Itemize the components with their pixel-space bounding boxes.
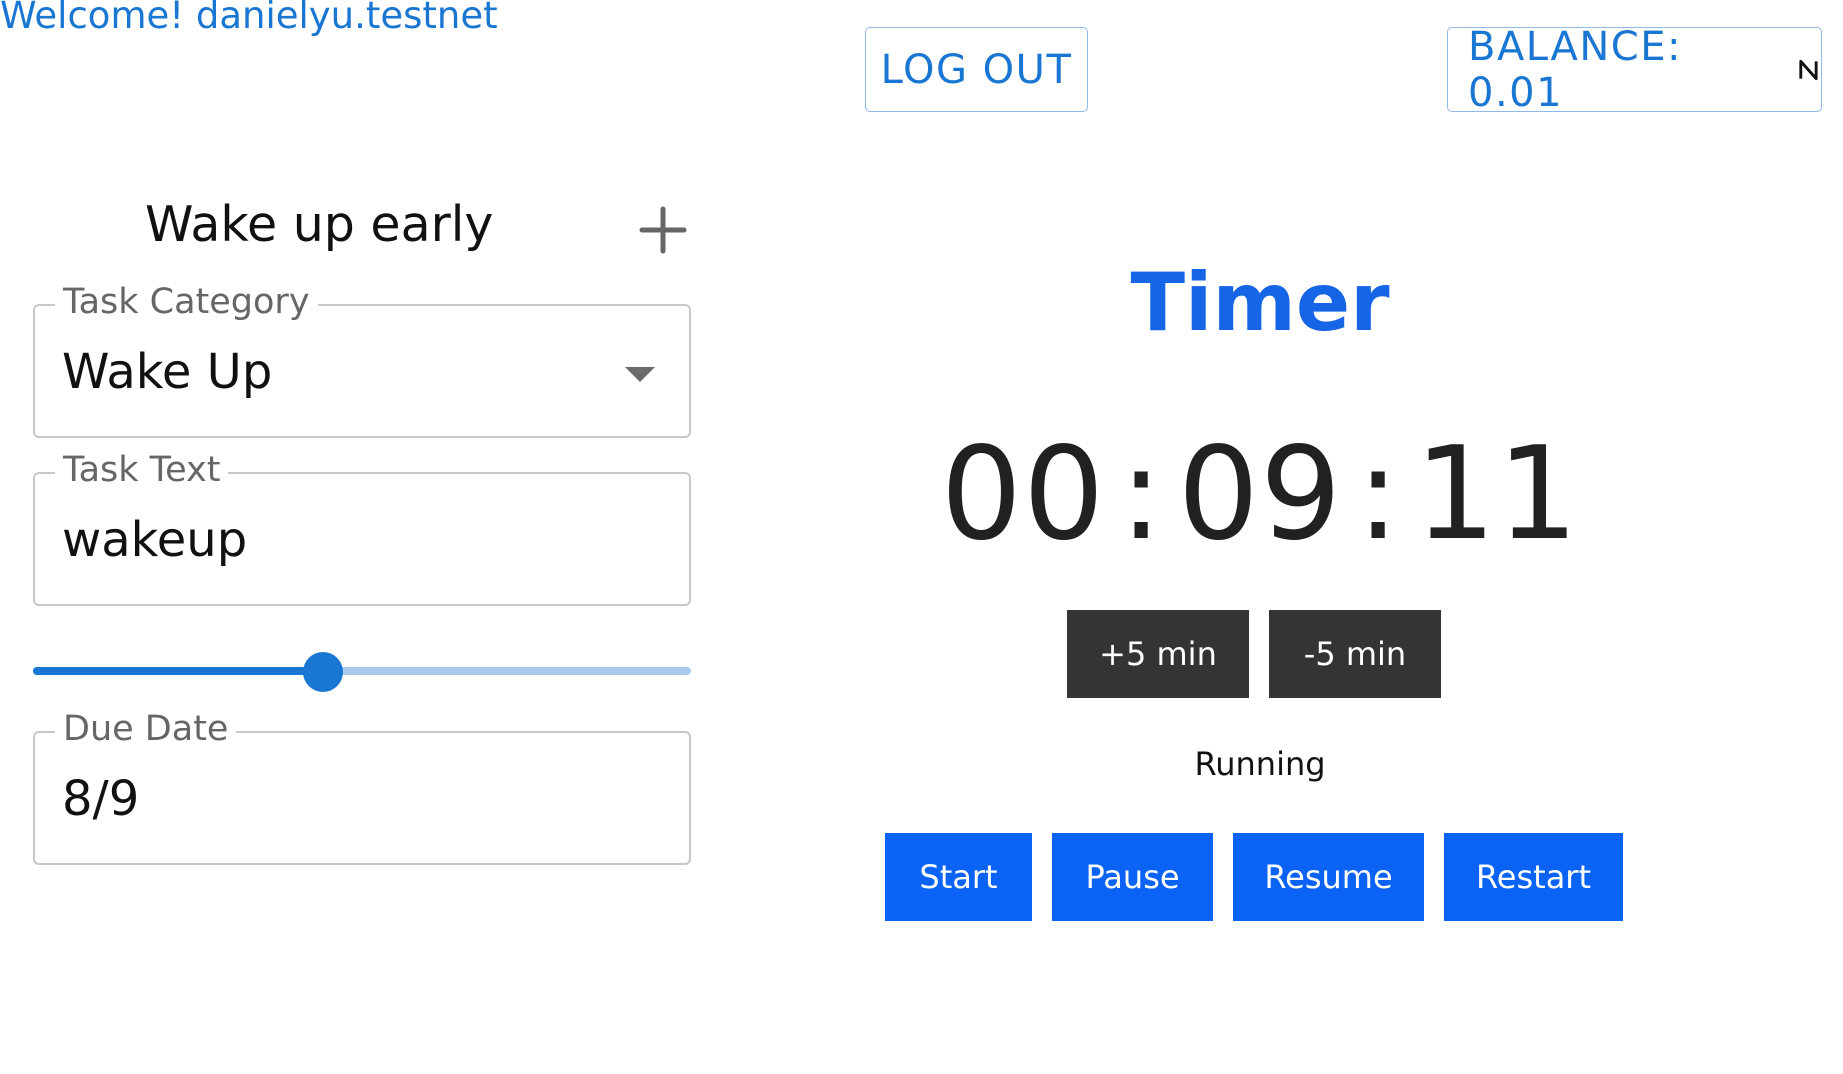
task-category-value: Wake Up	[62, 344, 273, 400]
restart-button[interactable]: Restart	[1444, 833, 1623, 921]
plus-icon[interactable]	[636, 203, 690, 257]
subtract-5-min-label: -5 min	[1303, 635, 1407, 673]
balance-label: BALANCE: 0.01	[1468, 23, 1682, 116]
due-date-label: Due Date	[55, 709, 237, 749]
task-text-field[interactable]: Task Text wakeup	[33, 450, 691, 606]
start-button[interactable]: Start	[885, 833, 1032, 921]
resume-label: Resume	[1264, 858, 1393, 896]
due-date-value: 8/9	[62, 771, 140, 827]
timer-title: Timer	[1130, 256, 1390, 349]
task-category-label: Task Category	[55, 282, 318, 322]
timer-minutes: 09	[1177, 420, 1343, 569]
task-category-select[interactable]: Task Category Wake Up	[33, 282, 691, 438]
slider-track	[33, 667, 323, 675]
start-label: Start	[919, 858, 998, 896]
slider-thumb[interactable]	[302, 652, 343, 692]
due-date-field[interactable]: Due Date 8/9	[33, 709, 691, 865]
chevron-down-icon[interactable]	[625, 367, 655, 382]
add-5-min-button[interactable]: +5 min	[1067, 610, 1249, 698]
logout-label: LOG OUT	[880, 46, 1073, 93]
restart-label: Restart	[1475, 858, 1591, 896]
task-text-value: wakeup	[62, 512, 248, 568]
timer-separator: :	[1119, 420, 1164, 569]
logout-button[interactable]: LOG OUT	[865, 27, 1088, 112]
resume-button[interactable]: Resume	[1233, 833, 1424, 921]
balance-button[interactable]: BALANCE: 0.01	[1447, 24, 1822, 116]
timer-seconds: 11	[1414, 420, 1580, 569]
welcome-text: Welcome! danielyu.testnet	[0, 0, 498, 37]
subtract-5-min-button[interactable]: -5 min	[1269, 610, 1441, 698]
task-slider[interactable]	[33, 652, 691, 692]
task-title: Wake up early	[145, 196, 494, 253]
near-logo-icon	[1799, 59, 1818, 80]
task-text-label: Task Text	[55, 450, 229, 490]
timer-display: 00:09:11	[940, 420, 1580, 569]
app-page: Welcome! danielyu.testnet LOG OUT BALANC…	[0, 0, 1843, 1074]
pause-button[interactable]: Pause	[1052, 833, 1213, 921]
pause-label: Pause	[1085, 858, 1180, 896]
add-5-min-label: +5 min	[1099, 635, 1217, 673]
timer-status: Running	[1194, 745, 1326, 783]
timer-separator: :	[1356, 420, 1401, 569]
timer-hours: 00	[940, 420, 1106, 569]
